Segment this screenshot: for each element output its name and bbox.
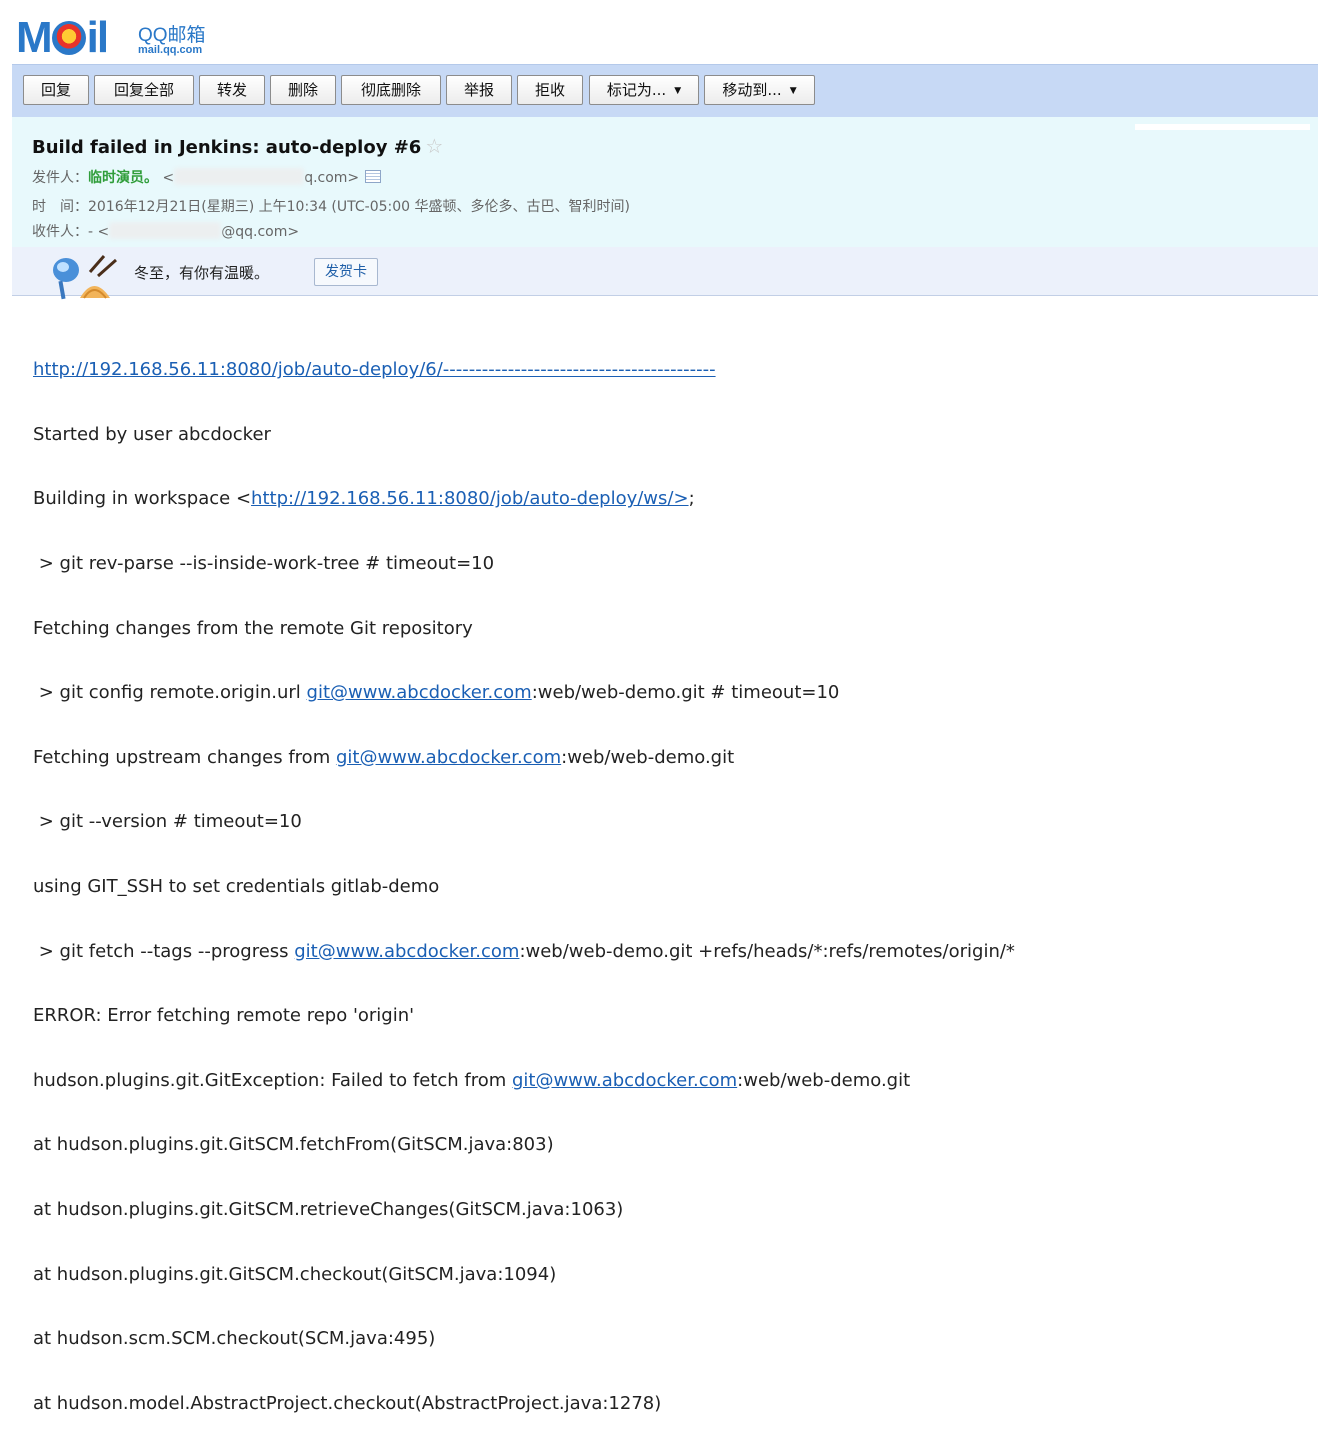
sender-name[interactable]: 临时演员。 [88,170,158,186]
header-tab-notch [1135,124,1310,130]
body-line: > git fetch --tags --progress git@www.ab… [33,936,1015,968]
body-line: > git rev-parse --is-inside-work-tree # … [33,553,495,575]
sender-email-open: < [162,170,175,186]
body-text: :web/web-demo.git [561,746,735,768]
time-value: 2016年12月21日(星期三) 上午10:34 (UTC-05:00 华盛顿、… [88,199,630,215]
workspace-link[interactable]: http://192.168.56.11:8080/job/auto-deplo… [251,488,689,509]
mail-toolbar: 回复 回复全部 转发 删除 彻底删除 举报 拒收 标记为... ▼ 移动到... ▼ [12,64,1318,117]
body-line: hudson.plugins.git.GitException: Failed … [33,1065,1015,1097]
mark-as-label: 标记为... [606,81,667,99]
body-line: Building in workspace <http://192.168.56… [33,483,1015,515]
qq-mail-logo[interactable]: Mil QQ邮箱 mail.qq.com [16,13,276,62]
body-line: using GIT_SSH to set credentials gitlab-… [33,876,440,898]
sender-line: 发件人：临时演员。 < q.com> [32,167,382,187]
greeting-text: 冬至，有你有温暖。 [134,264,270,282]
build-link[interactable]: http://192.168.56.11:8080/job/auto-deplo… [33,359,716,380]
body-line: ERROR: Error fetching remote repo 'origi… [33,1005,415,1027]
git-email-link[interactable]: git@www.abcdocker.com [336,747,561,768]
mail-logo-mark: Mil [16,13,109,62]
move-to-label: 移动到... [722,81,782,99]
git-email-link[interactable]: git@www.abcdocker.com [294,941,519,962]
body-text: hudson.plugins.git.GitException: Failed … [33,1069,512,1091]
git-email-link[interactable]: git@www.abcdocker.com [307,682,532,703]
chevron-down-icon: ▼ [789,86,797,96]
body-line: > git --version # timeout=10 [33,811,302,833]
redacted-email [174,168,305,185]
body-text: Fetching upstream changes from [33,746,336,768]
reply-button[interactable]: 回复 [23,75,89,105]
permanent-delete-button[interactable]: 彻底删除 [341,75,441,105]
body-line: > git config remote.origin.url git@www.a… [33,677,1015,709]
body-line: at hudson.plugins.git.GitSCM.checkout(Gi… [33,1263,557,1285]
email-body: http://192.168.56.11:8080/job/auto-deplo… [33,322,1015,1452]
sender-email-tail: q.com> [304,170,360,186]
redacted-email [109,222,222,239]
body-line: at hudson.plugins.git.GitSCM.fetchFrom(G… [33,1134,554,1156]
time-label: 时 间： [32,199,88,215]
git-email-link[interactable]: git@www.abcdocker.com [512,1070,737,1091]
star-icon[interactable]: ☆ [425,134,443,158]
subject-text: Build failed in Jenkins: auto-deploy #6 [32,137,422,158]
body-text: ; [688,488,695,510]
time-line: 时 间：2016年12月21日(星期三) 上午10:34 (UTC-05:00 … [32,196,630,216]
delete-button[interactable]: 删除 [270,75,336,105]
body-text: :web/web-demo.git [737,1069,911,1091]
body-line: Fetching changes from the remote Git rep… [33,617,473,639]
contact-card-icon[interactable] [365,170,382,183]
sender-label: 发件人： [32,170,88,186]
body-text: :web/web-demo.git +refs/heads/*:refs/rem… [519,940,1015,962]
email-subject: Build failed in Jenkins: auto-deploy #6 ☆ [32,134,443,158]
logo-brand: QQ邮箱 [138,25,206,46]
forward-button[interactable]: 转发 [199,75,265,105]
reject-button[interactable]: 拒收 [517,75,583,105]
logo-domain: mail.qq.com [138,44,203,56]
reply-all-button[interactable]: 回复全部 [94,75,194,105]
body-line: Started by user abcdocker [33,423,271,445]
body-text: :web/web-demo.git # timeout=10 [531,682,840,704]
move-to-dropdown[interactable]: 移动到... ▼ [704,75,815,105]
body-line: Fetching upstream changes from git@www.a… [33,742,1015,774]
send-card-button[interactable]: 发贺卡 [314,258,378,286]
mark-as-dropdown[interactable]: 标记为... ▼ [589,75,699,105]
body-line: at hudson.model.AbstractProject.checkout… [33,1392,662,1414]
report-button[interactable]: 举报 [446,75,512,105]
body-line: at hudson.plugins.git.GitSCM.retrieveCha… [33,1199,624,1221]
body-line: at hudson.scm.SCM.checkout(SCM.java:495) [33,1328,436,1350]
recipient-line: 收件人：- < @qq.com> [32,221,299,241]
body-text: > git config remote.origin.url [33,682,307,704]
recipient-email-tail: @qq.com> [221,224,300,240]
body-text: > git fetch --tags --progress [33,940,295,962]
body-line: http://192.168.56.11:8080/job/auto-deplo… [33,354,1015,386]
body-text: Building in workspace < [33,488,252,510]
winter-solstice-dumpling-icon [53,255,117,300]
recipient-label: 收件人：- < [32,224,110,240]
chevron-down-icon: ▼ [674,86,682,96]
